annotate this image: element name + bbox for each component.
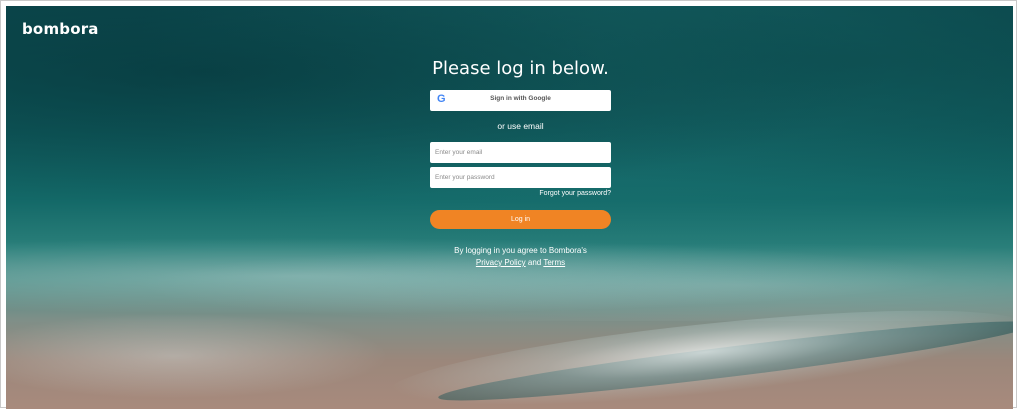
and-text: and	[527, 258, 542, 267]
forgot-password-link[interactable]: Forgot your password?	[539, 190, 611, 197]
google-button-label: Sign in with Google	[490, 95, 551, 102]
agreement-text: By logging in you agree to Bombora's	[454, 246, 587, 255]
terms-link[interactable]: Terms	[543, 258, 565, 267]
background-image: bombora Please log in below. G Sign in w…	[6, 6, 1013, 409]
sign-in-with-google-button[interactable]: G Sign in with Google	[430, 90, 611, 111]
terms-agreement: By logging in you agree to Bombora's Pri…	[420, 245, 621, 269]
ocean-deep-shade	[6, 6, 1013, 226]
password-input[interactable]	[430, 167, 611, 188]
log-in-button[interactable]: Log in	[430, 210, 611, 229]
email-input[interactable]	[430, 142, 611, 163]
page-frame: bombora Please log in below. G Sign in w…	[0, 0, 1017, 409]
login-heading: Please log in below.	[432, 58, 609, 79]
ocean-foam-left	[6, 306, 426, 406]
privacy-policy-link[interactable]: Privacy Policy	[476, 258, 526, 267]
bombora-logo: bombora	[22, 20, 99, 38]
or-use-email-text: or use email	[497, 121, 544, 131]
